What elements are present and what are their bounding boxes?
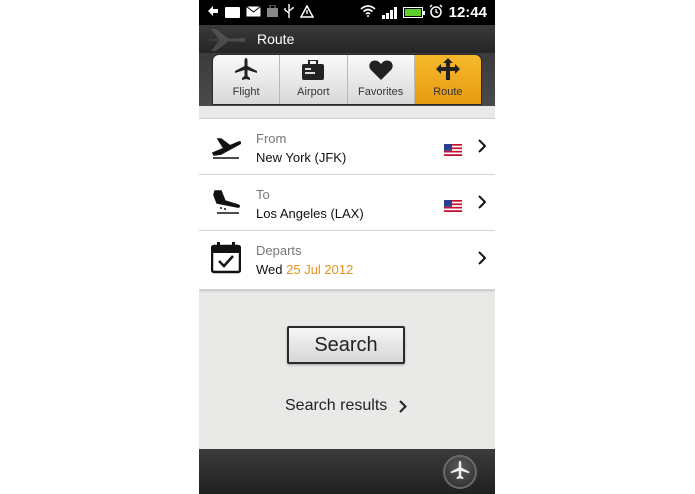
departs-date: 25 Jul 2012 xyxy=(286,262,354,277)
departure-plane-icon xyxy=(211,133,242,163)
bag-icon xyxy=(267,4,278,20)
tab-bar: Flight Airport Favorites Route xyxy=(213,55,481,104)
chevron-right-icon xyxy=(399,399,408,413)
us-flag-icon xyxy=(444,197,462,216)
departs-label: Departs xyxy=(256,243,302,258)
search-button[interactable]: Search xyxy=(287,326,405,364)
tab-label: Route xyxy=(433,86,463,98)
chevron-right-icon xyxy=(478,138,487,157)
back-arrow-icon xyxy=(207,5,219,20)
bottom-bar xyxy=(199,449,495,494)
from-row[interactable]: From New York (JFK) xyxy=(199,119,495,175)
from-label: From xyxy=(256,131,287,146)
arrival-plane-icon xyxy=(211,189,241,219)
chevron-right-icon xyxy=(478,194,487,213)
calendar-icon xyxy=(210,242,242,278)
tab-label: Favorites xyxy=(358,86,404,98)
us-flag-icon xyxy=(444,141,462,160)
tab-airport[interactable]: Airport xyxy=(280,55,348,104)
chevron-right-icon xyxy=(478,250,487,269)
tab-route[interactable]: Route xyxy=(414,55,481,104)
departs-day: Wed xyxy=(256,262,283,277)
title-bar: Route xyxy=(199,25,495,53)
flight-menu-button[interactable] xyxy=(443,455,477,489)
search-results-label: Search results xyxy=(285,397,388,414)
battery-icon xyxy=(402,7,425,18)
departs-value: Wed 25 Jul 2012 xyxy=(256,262,353,277)
tab-flight[interactable]: Flight xyxy=(213,55,281,104)
route-arrows-icon xyxy=(435,58,460,86)
suitcase-icon xyxy=(302,59,325,86)
heart-icon xyxy=(368,59,393,86)
departs-row[interactable]: Departs Wed 25 Jul 2012 xyxy=(199,231,495,287)
to-value: Los Angeles (LAX) xyxy=(256,206,364,221)
warning-icon xyxy=(299,3,315,21)
status-time: 12:44 xyxy=(448,4,487,21)
tab-label: Flight xyxy=(232,86,260,98)
usb-icon xyxy=(284,4,294,21)
status-bar: 12:44 xyxy=(199,0,495,25)
airplane-icon xyxy=(234,58,258,86)
mail-icon xyxy=(246,5,261,20)
route-card: From New York (JFK) To Los Angeles (LAX) xyxy=(199,118,495,290)
phone-screen: 12:44 Route Flight Airport Favorites Rou… xyxy=(199,0,495,494)
tab-favorites[interactable]: Favorites xyxy=(347,55,415,104)
search-results-link[interactable]: Search results xyxy=(285,396,425,416)
alarm-clock-icon xyxy=(429,4,443,21)
wifi-icon xyxy=(360,5,376,20)
tab-strip: Flight Airport Favorites Route xyxy=(199,53,495,106)
notification-card-icon xyxy=(225,7,240,18)
from-value: New York (JFK) xyxy=(256,150,347,165)
signal-strength-icon xyxy=(381,6,397,19)
tab-label: Airport xyxy=(297,86,330,98)
airplane-icon xyxy=(450,460,470,484)
to-row[interactable]: To Los Angeles (LAX) xyxy=(199,175,495,231)
page-title: Route xyxy=(257,31,295,47)
to-label: To xyxy=(256,187,270,202)
